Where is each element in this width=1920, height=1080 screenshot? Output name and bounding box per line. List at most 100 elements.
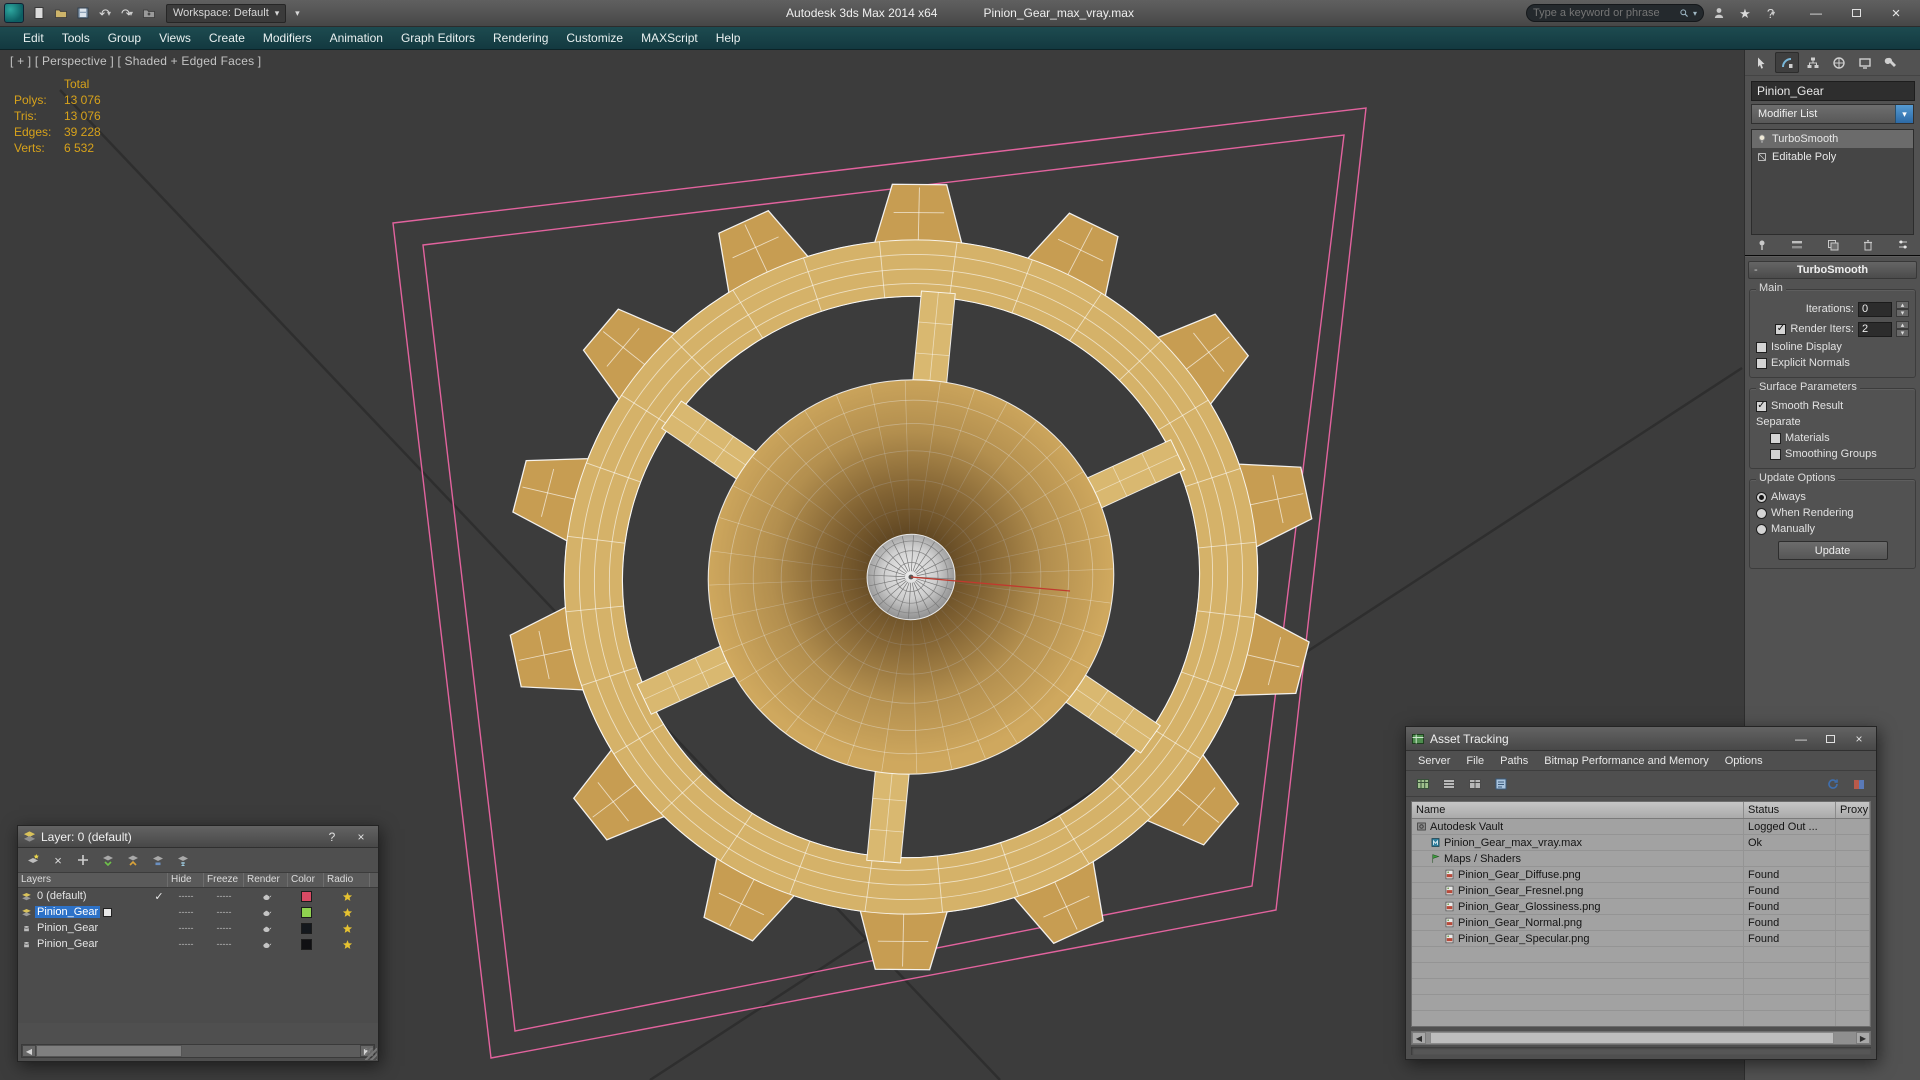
tab-utilities[interactable] — [1879, 52, 1903, 73]
hide-cell[interactable]: ----- — [168, 923, 204, 933]
render-cell[interactable] — [244, 891, 288, 902]
asset-column-status[interactable]: Status — [1744, 802, 1836, 818]
asset-row[interactable]: Pinion_Gear_Normal.png Found — [1412, 915, 1870, 931]
new-scene-button[interactable] — [28, 2, 50, 24]
layer-edit-box[interactable] — [103, 907, 113, 917]
asset-minimize-button[interactable]: — — [1789, 730, 1813, 747]
layer-column-render[interactable]: Render — [244, 873, 288, 887]
layer-color-swatch[interactable] — [300, 890, 312, 902]
menu-maxscript[interactable]: MAXScript — [632, 28, 707, 48]
asset-name-cell[interactable]: Pinion_Gear_Fresnel.png — [1412, 883, 1744, 899]
menu-customize[interactable]: Customize — [557, 28, 632, 48]
menu-tools[interactable]: Tools — [53, 28, 99, 48]
spinner-down-icon[interactable]: ▾ — [1896, 309, 1909, 317]
tab-create[interactable] — [1749, 52, 1773, 73]
hide-cell[interactable]: ----- — [168, 907, 204, 917]
layer-dialog-titlebar[interactable]: Layer: 0 (default) ? × — [18, 826, 378, 848]
manually-radio[interactable] — [1756, 523, 1767, 535]
radiosity-cell[interactable] — [324, 939, 370, 950]
menu-group[interactable]: Group — [99, 28, 150, 48]
menu-rendering[interactable]: Rendering — [484, 28, 557, 48]
hide-cell[interactable]: ----- — [168, 891, 204, 901]
layer-row[interactable]: 0 (default) ✓ ----- ----- — [18, 888, 378, 904]
asset-menu-paths[interactable]: Paths — [1492, 753, 1536, 769]
asset-properties-button[interactable] — [1490, 773, 1512, 795]
layer-color-swatch[interactable] — [300, 906, 312, 918]
render-iters-spinner[interactable]: ▴ ▾ — [1896, 321, 1909, 337]
menu-modifiers[interactable]: Modifiers — [254, 28, 321, 48]
asset-name-cell[interactable]: Pinion_Gear_max_vray.max — [1412, 835, 1744, 851]
render-iters-checkbox[interactable]: ✓ — [1775, 323, 1787, 335]
layer-color-swatch[interactable] — [300, 938, 312, 950]
scroll-right-icon[interactable]: ▶ — [1856, 1032, 1870, 1044]
asset-name-cell[interactable]: Pinion_Gear_Glossiness.png — [1412, 899, 1744, 915]
viewport-label[interactable]: [ + ] [ Perspective ] [ Shaded + Edged F… — [10, 54, 261, 68]
asset-scroll-track[interactable] — [1426, 1032, 1856, 1044]
layer-name-cell[interactable]: 0 (default) — [18, 890, 150, 902]
layer-column-layers[interactable]: Layers — [18, 873, 168, 887]
color-cell[interactable] — [288, 890, 324, 902]
when-rendering-radio[interactable] — [1756, 507, 1767, 519]
asset-name-cell[interactable]: Autodesk Vault — [1412, 819, 1744, 835]
asset-table[interactable]: NameStatusProxy Re Autodesk Vault Logged … — [1411, 801, 1871, 1027]
search-options-icon[interactable]: ▾ — [1693, 9, 1697, 18]
select-highlighted-button[interactable] — [97, 849, 119, 871]
configure-modifier-sets-icon[interactable] — [1896, 238, 1910, 252]
tab-modify[interactable] — [1775, 52, 1799, 73]
tab-motion[interactable] — [1827, 52, 1851, 73]
layer-column-color[interactable]: Color — [288, 873, 324, 887]
asset-help-button[interactable] — [1848, 773, 1870, 795]
freeze-cell[interactable]: ----- — [204, 923, 244, 933]
asset-hscrollbar[interactable]: ◀ ▶ — [1411, 1031, 1871, 1045]
asset-row[interactable]: Pinion_Gear_Diffuse.png Found — [1412, 867, 1870, 883]
render-cell[interactable] — [244, 907, 288, 918]
freeze-cell[interactable]: ----- — [204, 939, 244, 949]
undo-button[interactable]: ↶ ▾ — [94, 2, 116, 24]
tab-display[interactable] — [1853, 52, 1877, 73]
asset-name-cell[interactable]: Pinion_Gear_Normal.png — [1412, 915, 1744, 931]
minimize-button[interactable]: — — [1796, 2, 1836, 24]
color-cell[interactable] — [288, 922, 324, 934]
asset-refresh-button[interactable] — [1822, 773, 1844, 795]
turbosmooth-rollout-header[interactable]: - TurboSmooth — [1748, 261, 1917, 279]
resize-grip[interactable] — [365, 1048, 377, 1060]
asset-name-cell[interactable]: Pinion_Gear_Specular.png — [1412, 931, 1744, 947]
close-button[interactable]: × — [1876, 2, 1916, 24]
asset-name-cell[interactable]: Maps / Shaders — [1412, 851, 1744, 867]
tab-hierarchy[interactable] — [1801, 52, 1825, 73]
asset-list-view-button[interactable] — [1438, 773, 1460, 795]
help-search[interactable]: ▾ — [1526, 4, 1704, 22]
asset-column-name[interactable]: Name — [1412, 802, 1744, 818]
open-file-button[interactable] — [50, 2, 72, 24]
layer-scroll-track[interactable] — [36, 1045, 360, 1057]
spinner-down-icon[interactable]: ▾ — [1896, 329, 1909, 337]
menu-animation[interactable]: Animation — [321, 28, 392, 48]
asset-maximize-button[interactable] — [1818, 730, 1842, 747]
iterations-field[interactable]: 0 — [1858, 301, 1892, 317]
explicit-normals-checkbox[interactable] — [1756, 357, 1767, 369]
hide-cell[interactable]: ----- — [168, 939, 204, 949]
color-cell[interactable] — [288, 938, 324, 950]
freeze-layer-button[interactable] — [172, 849, 194, 871]
layer-scroll-thumb[interactable] — [36, 1045, 182, 1057]
layer-name-cell[interactable]: Pinion_Gear — [18, 922, 150, 934]
help-menu-button[interactable]: ? ▾ — [1760, 2, 1782, 24]
add-to-layer-button[interactable] — [72, 849, 94, 871]
smooth-result-checkbox[interactable]: ✓ — [1756, 400, 1767, 412]
asset-details-view-button[interactable] — [1464, 773, 1486, 795]
isoline-checkbox[interactable] — [1756, 341, 1767, 353]
scroll-left-icon[interactable]: ◀ — [1412, 1032, 1426, 1044]
layer-hscrollbar[interactable]: ◀ ▶ — [21, 1044, 375, 1058]
freeze-cell[interactable]: ----- — [204, 907, 244, 917]
new-layer-button[interactable] — [22, 849, 44, 871]
menu-graph-editors[interactable]: Graph Editors — [392, 28, 484, 48]
layer-row[interactable]: Pinion_Gear ----- ----- — [18, 936, 378, 952]
workspace-extra-dropdown[interactable]: ▾ — [286, 2, 308, 24]
search-icon[interactable] — [1679, 7, 1689, 19]
radiosity-cell[interactable] — [324, 907, 370, 918]
spinner-up-icon[interactable]: ▴ — [1896, 321, 1909, 329]
layer-name[interactable]: Pinion_Gear — [35, 938, 100, 950]
asset-row[interactable]: Pinion_Gear_Specular.png Found — [1412, 931, 1870, 947]
menu-views[interactable]: Views — [150, 28, 200, 48]
modifier-stack-item-editable-poly[interactable]: Editable Poly — [1752, 148, 1913, 166]
